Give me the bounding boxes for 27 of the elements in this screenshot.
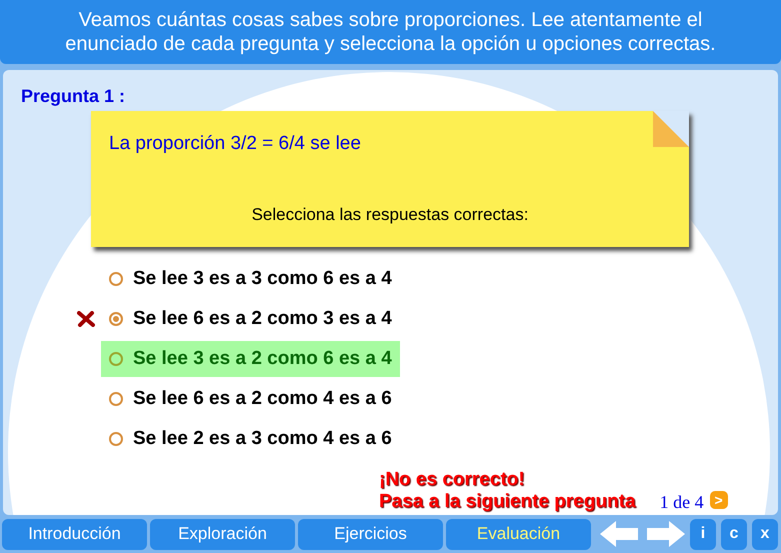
nav-tab[interactable]: Exploración [150,518,295,550]
question-statement: La proporción 3/2 = 6/4 se lee [109,133,362,155]
instructions-banner: Veamos cuántas cosas sabes sobre proporciones. Lee atentamente el enunciado de cada pregunta y selecciona la opción u opciones correctas. [0,0,781,64]
feedback-message: ¡No es correcto! [379,469,526,491]
answer-option[interactable]: Se lee 3 es a 3 como 6 es a 4 [101,261,400,297]
back-arrow-icon[interactable] [600,521,638,547]
answer-option[interactable]: Se lee 6 es a 2 como 4 es a 6 [101,381,400,417]
feedback-message: Pasa a la siguiente pregunta [379,491,636,513]
radio-button[interactable] [109,392,123,406]
forward-arrow-icon[interactable] [647,521,685,547]
radio-button[interactable] [109,272,123,286]
radio-button[interactable] [109,352,123,366]
question-prompt: Selecciona las respuestas correctas: [250,205,530,225]
tool-button[interactable]: i [690,518,716,550]
answer-option[interactable]: Se lee 6 es a 2 como 3 es a 4 [101,301,400,337]
tool-button[interactable]: x [752,518,778,550]
next-button[interactable]: > [710,491,728,509]
answer-option[interactable]: Se lee 3 es a 2 como 6 es a 4 [101,341,400,377]
answer-option[interactable]: Se lee 2 es a 3 como 4 es a 6 [101,421,400,457]
tool-button[interactable]: c [721,518,747,550]
question-label: Pregunta 1 : [21,86,126,107]
nav-tab[interactable]: Evaluación [446,518,591,550]
folded-corner-icon [653,111,689,147]
nav-tab[interactable]: Ejercicios [298,518,443,550]
radio-button[interactable] [109,432,123,446]
nav-tab[interactable]: Introducción [2,518,147,550]
page-counter: 1 de 4 [660,492,704,513]
